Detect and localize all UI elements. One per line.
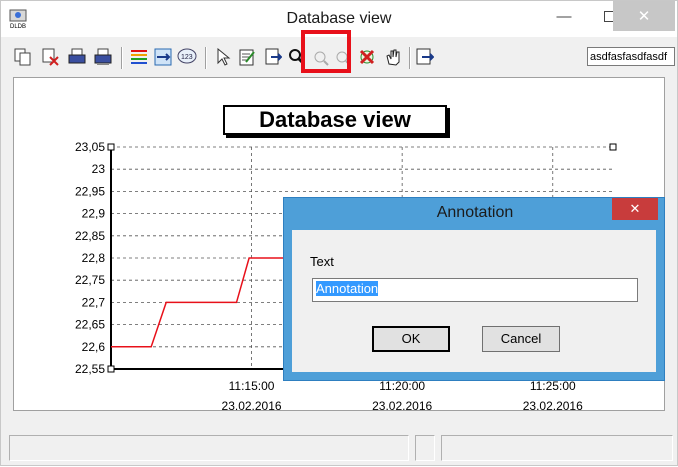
status-panel-right (441, 435, 673, 461)
chart-title: Database view (223, 105, 447, 135)
x-tick-time-label: 11:20:00 (379, 379, 425, 393)
status-panel-main (9, 435, 409, 461)
y-tick-label: 22,55 (75, 362, 105, 376)
y-tick-label: 22,85 (75, 229, 105, 243)
dialog-close-button[interactable]: ✕ (612, 198, 658, 220)
corner-handle (107, 143, 115, 151)
y-tick-label: 22,7 (82, 295, 106, 309)
y-tick-label: 22,9 (82, 207, 106, 221)
annotation-text-input[interactable]: Annotation (312, 278, 638, 302)
y-tick-label: 23,05 (75, 140, 105, 154)
status-panel-mid (415, 435, 435, 461)
y-tick-label: 23 (92, 162, 106, 176)
corner-handle (609, 143, 617, 151)
y-tick-label: 22,75 (75, 273, 105, 287)
status-bar (1, 429, 677, 465)
dialog-body: Text Annotation OK Cancel (292, 230, 656, 372)
y-tick-label: 22,95 (75, 184, 105, 198)
annotation-dialog: Annotation ✕ Text Annotation OK Cancel (283, 197, 665, 381)
y-tick-label: 22,6 (82, 340, 106, 354)
y-tick-label: 22,8 (82, 251, 106, 265)
dialog-title: Annotation (436, 204, 514, 221)
text-label: Text (310, 254, 334, 269)
corner-handle (107, 365, 115, 373)
ok-button[interactable]: OK (372, 326, 450, 352)
x-tick-date-label: 23.02.2016 (523, 399, 583, 413)
x-tick-date-label: 23.02.2016 (222, 399, 282, 413)
selected-text: Annotation (316, 281, 379, 296)
x-tick-time-label: 11:15:00 (229, 379, 275, 393)
close-icon: ✕ (629, 201, 641, 216)
y-tick-label: 22,65 (75, 318, 105, 332)
x-tick-date-label: 23.02.2016 (372, 399, 432, 413)
cancel-button[interactable]: Cancel (482, 326, 560, 352)
x-tick-time-label: 11:25:00 (530, 379, 576, 393)
